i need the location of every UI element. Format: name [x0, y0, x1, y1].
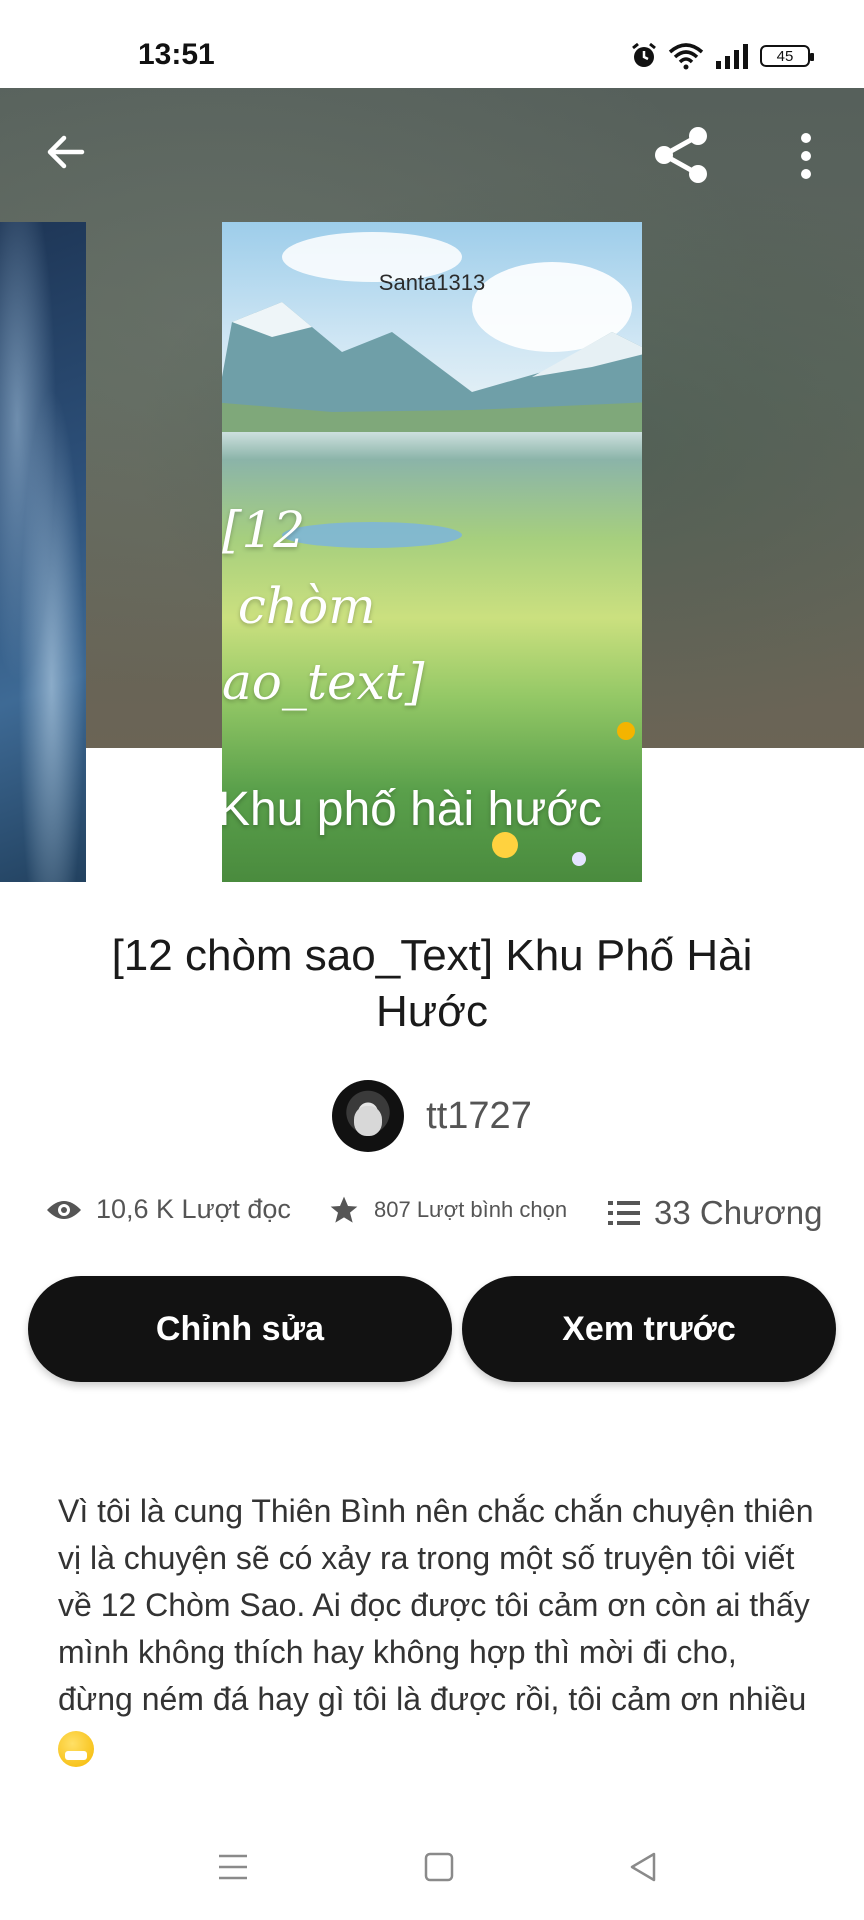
- status-bar: 13:51 45: [0, 0, 864, 88]
- cover-mountains: [222, 302, 642, 432]
- story-description: Vì tôi là cung Thiên Bình nên chắc chắn …: [58, 1488, 818, 1770]
- author-row[interactable]: tt1727: [0, 1080, 864, 1152]
- home-icon[interactable]: [422, 1850, 456, 1884]
- parts-count[interactable]: 33 Chương: [654, 1194, 823, 1232]
- cover-flower: [572, 852, 586, 866]
- story-cover[interactable]: Santa1313 [12 chòm ao_text] Khu phố hài …: [222, 222, 642, 882]
- previous-story-cover[interactable]: [0, 222, 86, 882]
- signal-icon: [716, 44, 748, 69]
- reads-count: 10,6 K Lượt đọc: [96, 1194, 291, 1224]
- story-title: [12 chòm sao_Text] Khu Phố Hài Hước: [111, 931, 753, 1036]
- back-icon[interactable]: [626, 1850, 660, 1884]
- story-details-screen: 13:51 45 Santa1313 [12 chòm ao_text] Khu…: [0, 0, 864, 1920]
- story-stats: 10,6 K Lượt đọc 807 Lượt bình chọn 33 Ch…: [46, 1194, 836, 1244]
- description-text: Vì tôi là cung Thiên Bình nên chắc chắn …: [58, 1493, 814, 1717]
- wifi-icon: [668, 43, 704, 70]
- share-icon[interactable]: [650, 124, 712, 186]
- battery-level: 45: [776, 47, 794, 65]
- cover-author-text: Santa1313: [378, 270, 486, 295]
- parts-stat[interactable]: 33 Chương: [608, 1194, 823, 1232]
- menu-icon[interactable]: [216, 1850, 250, 1884]
- status-icons: 45: [630, 42, 814, 70]
- author-name[interactable]: tt1727: [426, 1095, 532, 1138]
- cover-title-script: [12 chòm ao_text]: [222, 501, 425, 711]
- star-icon: [330, 1196, 358, 1223]
- status-time: 13:51: [138, 38, 215, 71]
- alarm-icon: [632, 42, 656, 67]
- back-arrow-icon[interactable]: [42, 128, 90, 176]
- reads-stat: 10,6 K Lượt đọc: [46, 1194, 291, 1225]
- eye-icon: [47, 1200, 81, 1219]
- votes-stat: 807 Lượt bình chọn: [328, 1194, 567, 1226]
- votes-count: 807 Lượt bình chọn: [374, 1197, 568, 1222]
- battery-icon: 45: [760, 45, 814, 67]
- cover-flower: [617, 722, 635, 740]
- author-avatar[interactable]: [332, 1080, 405, 1152]
- sneezing-face-icon: [58, 1730, 94, 1767]
- list-icon: [608, 1201, 640, 1225]
- system-navigation-bar: [0, 1830, 864, 1920]
- edit-button[interactable]: Chỉnh sửa: [28, 1276, 452, 1382]
- cover-subtitle: Khu phố hài hước: [222, 783, 602, 836]
- more-vertical-icon[interactable]: [788, 128, 824, 184]
- preview-button[interactable]: Xem trước: [462, 1276, 836, 1382]
